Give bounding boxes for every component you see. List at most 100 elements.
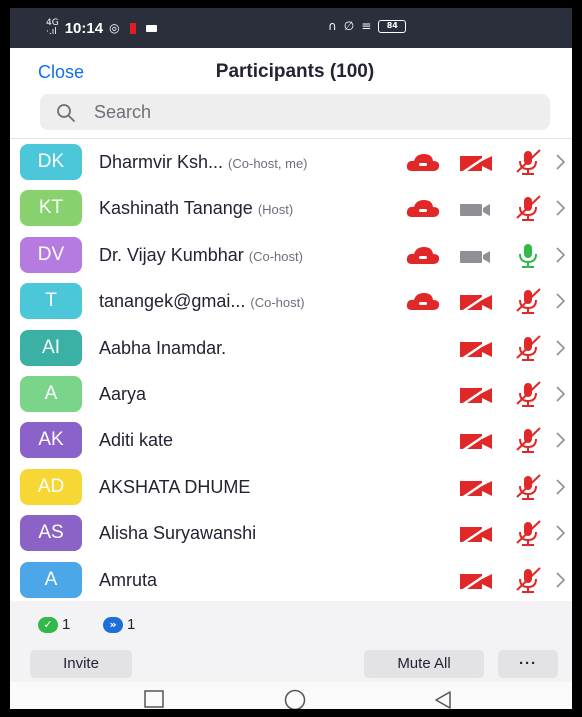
participant-name: tanangek@gmai... — [99, 291, 246, 312]
avatar: DK — [20, 144, 82, 180]
participant-name: Alisha Suryawanshi — [99, 523, 257, 544]
participant-name-wrap: Alisha Suryawanshi — [99, 523, 256, 544]
participant-name-wrap: Amruta — [99, 570, 157, 591]
participant-name: Dharmvir Ksh... — [99, 152, 224, 172]
avatar: A — [20, 375, 82, 412]
participant-name: Aabha Inamdar. — [99, 337, 227, 358]
fast-forward-icon: » — [103, 616, 123, 633]
participant-row[interactable]: AK Aditi kate — [10, 417, 572, 463]
participant-name-wrap: Aarya — [99, 384, 146, 405]
participant-row[interactable]: DV Dr. Vijay Kumbhar (Co-host) — [10, 232, 572, 278]
signal-icon: 4G ·.ıl — [46, 18, 59, 37]
chevron-right-icon[interactable] — [554, 152, 566, 172]
battery-icon: 84 — [378, 19, 407, 33]
back-triangle-icon[interactable] — [432, 689, 454, 711]
mic-muted-icon[interactable] — [513, 566, 543, 594]
home-circle-icon[interactable] — [282, 689, 308, 711]
participant-role: (Co-host) — [248, 248, 303, 264]
mic-muted-icon[interactable] — [513, 287, 543, 315]
mute-all-button[interactable]: Mute All — [364, 650, 484, 678]
mic-muted-icon[interactable] — [513, 194, 543, 222]
search-bar[interactable] — [40, 94, 550, 130]
avatar: T — [20, 283, 82, 320]
camera-status-icon — [145, 24, 157, 32]
headphones-icon: ∩ — [328, 19, 337, 33]
mic-muted-icon[interactable] — [513, 148, 543, 176]
participant-role: (Co-host, me) — [228, 156, 308, 171]
participant-name-wrap: Dharmvir Ksh... (Co-host, me) — [99, 152, 308, 173]
go-faster-count: 1 — [127, 616, 136, 633]
participant-row[interactable]: KT Kashinath Tanange (Host) — [10, 185, 572, 231]
video-off-icon[interactable] — [458, 151, 494, 175]
participant-row[interactable]: AI Aabha Inamdar. — [10, 325, 572, 371]
checkmark-icon: ✓ — [38, 616, 58, 633]
avatar: KT — [20, 190, 82, 227]
participant-name-wrap: Aabha Inamdar. — [99, 338, 226, 359]
video-on-icon[interactable] — [458, 244, 494, 268]
participant-row[interactable]: A Amruta — [10, 557, 572, 601]
cloud-recording-icon — [406, 293, 440, 311]
chevron-right-icon[interactable] — [554, 570, 566, 590]
cloud-recording-icon — [406, 200, 440, 218]
participant-name: Kashinath Tanange — [99, 198, 253, 219]
avatar: DV — [20, 236, 82, 273]
participant-name: AKSHATA DHUME — [99, 476, 251, 497]
participant-row[interactable]: AS Alisha Suryawanshi — [10, 510, 572, 556]
participant-name-wrap: Dr. Vijay Kumbhar (Co-host) — [99, 245, 303, 266]
go-faster-counter: » 1 — [103, 616, 135, 633]
raised-hand-counter: ✓ 1 — [38, 616, 70, 633]
recents-square-icon[interactable] — [143, 689, 165, 709]
status-left: 4G ·.ıl 10:14 ◎ — [46, 19, 157, 37]
mic-on-icon[interactable] — [513, 241, 543, 269]
chevron-right-icon[interactable] — [554, 384, 566, 404]
participant-name: Aditi kate — [99, 430, 174, 451]
chevron-right-icon[interactable] — [554, 477, 566, 497]
video-off-icon[interactable] — [458, 337, 494, 361]
participant-name: Amruta — [99, 569, 158, 590]
search-input[interactable] — [94, 100, 524, 124]
chevron-right-icon[interactable] — [554, 338, 566, 358]
raised-hand-count: 1 — [62, 616, 71, 633]
mic-muted-icon[interactable] — [513, 334, 543, 362]
header: Close Participants (100) — [10, 48, 572, 92]
cloud-recording-icon — [406, 154, 440, 171]
page-title: Participants (100) — [215, 61, 375, 82]
participant-row[interactable]: A Aarya — [10, 371, 572, 417]
mic-muted-icon[interactable] — [513, 519, 543, 547]
participant-name: Dr. Vijay Kumbhar — [99, 244, 244, 265]
video-off-icon[interactable] — [458, 383, 494, 407]
mic-muted-icon[interactable] — [513, 380, 543, 408]
video-on-icon[interactable] — [458, 197, 494, 221]
participant-row[interactable]: Ttanangek@gmai... (Co-host) — [10, 278, 572, 324]
invite-button[interactable]: Invite — [30, 650, 132, 678]
chevron-right-icon[interactable] — [554, 523, 566, 543]
recording-icon — [129, 22, 136, 34]
more-options-button[interactable]: ··· — [498, 650, 558, 678]
video-off-icon[interactable] — [458, 476, 494, 500]
mic-muted-icon[interactable] — [513, 473, 543, 501]
footer: ✓ 1 » 1 Invite Mute All ··· — [10, 601, 572, 682]
chevron-right-icon[interactable] — [554, 430, 566, 450]
avatar: AI — [20, 329, 82, 366]
participant-list[interactable]: DK Dharmvir Ksh... (Co-host, me) KT Kashina… — [10, 139, 572, 601]
video-off-icon[interactable] — [458, 522, 494, 546]
avatar: AD — [20, 468, 82, 505]
participant-name-wrap: Aditi kate — [99, 430, 173, 451]
video-off-icon[interactable] — [458, 290, 494, 314]
participant-name-wrap: AKSHATA DHUME — [99, 477, 250, 498]
mic-muted-icon[interactable] — [513, 426, 543, 454]
search-icon — [57, 104, 75, 122]
participant-role: (Host) — [257, 202, 294, 218]
participant-row[interactable]: AD AKSHATA DHUME — [10, 464, 572, 510]
video-off-icon[interactable] — [458, 429, 494, 453]
chevron-right-icon[interactable] — [554, 198, 566, 218]
participant-role: (Co-host) — [250, 295, 305, 311]
cloud-recording-icon — [406, 246, 440, 264]
participant-row[interactable]: DK Dharmvir Ksh... (Co-host, me) — [10, 139, 572, 185]
video-off-icon[interactable] — [458, 569, 494, 593]
chevron-right-icon[interactable] — [554, 245, 566, 265]
chevron-right-icon[interactable] — [554, 291, 566, 311]
status-time: 10:14 — [64, 19, 104, 37]
participant-name-wrap: tanangek@gmai... (Co-host) — [99, 291, 305, 312]
status-right: ∩ ∅ ≡ 84 — [328, 19, 407, 33]
